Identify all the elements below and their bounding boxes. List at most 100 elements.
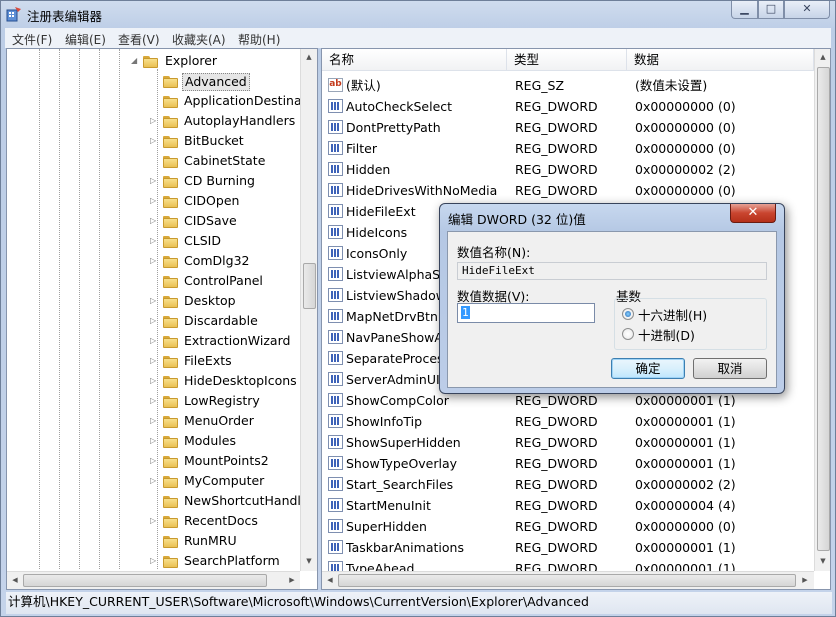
tree-item[interactable]: ▷ BitBucket	[7, 131, 299, 151]
menu-help[interactable]: 帮助(H)	[238, 31, 280, 48]
tree-item[interactable]: ▷ Modules	[7, 431, 299, 451]
tree-item[interactable]: RunMRU	[7, 531, 299, 551]
tree-item[interactable]: ControlPanel	[7, 271, 299, 291]
title-bar[interactable]: 注册表编辑器 ▁ □ ✕	[1, 1, 835, 27]
tree-item[interactable]: ▷ ExtractionWizard	[7, 331, 299, 351]
tree-item[interactable]: ▷ MountPoints2	[7, 451, 299, 471]
list-hscroll-thumb[interactable]	[338, 574, 796, 587]
dialog-close-button[interactable]: ✕	[730, 204, 776, 223]
menu-file[interactable]: 文件(F)	[12, 31, 52, 48]
scroll-down-arrow-icon[interactable]: ▼	[815, 557, 830, 565]
value-row[interactable]: ShowInfoTip REG_DWORD 0x00000001 (1)	[322, 411, 814, 432]
column-header-name[interactable]: 名称	[322, 49, 507, 71]
value-row[interactable]: Filter REG_DWORD 0x00000000 (0)	[322, 138, 814, 159]
folder-icon	[163, 376, 178, 388]
decimal-radio[interactable]	[622, 328, 634, 340]
value-row[interactable]: DontPrettyPath REG_DWORD 0x00000000 (0)	[322, 117, 814, 138]
value-row[interactable]: AutoCheckSelect REG_DWORD 0x00000000 (0)	[322, 96, 814, 117]
column-header-data[interactable]: 数据	[627, 49, 814, 71]
maximize-button[interactable]: □	[758, 1, 784, 19]
tree-hscroll-thumb[interactable]	[23, 574, 267, 587]
scroll-up-arrow-icon[interactable]: ▲	[815, 53, 830, 61]
tree-item[interactable]: NewShortcutHandle	[7, 491, 309, 511]
value-row[interactable]: Start_SearchFiles REG_DWORD 0x00000002 (2)	[322, 474, 814, 495]
value-row[interactable]: SuperHidden REG_DWORD 0x00000000 (0)	[322, 516, 814, 537]
value-row[interactable]: HideDrivesWithNoMedia REG_DWORD 0x00000000…	[322, 180, 814, 201]
tree-expand-icon[interactable]: ▷	[150, 371, 156, 391]
tree-expand-icon[interactable]: ▷	[150, 111, 156, 131]
tree-item[interactable]: ▷ CD Burning	[7, 171, 299, 191]
scroll-left-arrow-icon[interactable]: ◀	[10, 576, 20, 584]
tree-item[interactable]: ▷ MyComputer	[7, 471, 299, 491]
tree-expand-icon[interactable]: ▷	[150, 171, 156, 191]
scroll-right-arrow-icon[interactable]: ▶	[287, 576, 297, 584]
binary-value-icon	[328, 183, 343, 197]
scroll-right-arrow-icon[interactable]: ▶	[800, 576, 810, 584]
tree-horizontal-scrollbar[interactable]: ◀ ▶	[7, 571, 300, 589]
tree-expand-icon[interactable]: ▷	[150, 471, 156, 491]
decimal-radio-label[interactable]: 十进制(D)	[638, 325, 695, 344]
tree-item[interactable]: ▷ ComDlg32	[7, 251, 299, 271]
tree-expand-icon[interactable]: ▷	[150, 451, 156, 471]
tree-item[interactable]: ▷ AutoplayHandlers	[7, 111, 299, 131]
tree-item[interactable]: ▷ HideDesktopIcons	[7, 371, 299, 391]
tree-expand-icon[interactable]: ▷	[150, 311, 156, 331]
hex-radio-label[interactable]: 十六进制(H)	[638, 305, 707, 324]
tree-item[interactable]: Advanced	[7, 71, 299, 91]
tree-expand-icon[interactable]: ▷	[150, 351, 156, 371]
value-data-input[interactable]: 1	[457, 303, 595, 323]
list-scroll-thumb[interactable]	[817, 67, 830, 551]
tree-expand-icon[interactable]: ▷	[150, 231, 156, 251]
column-header-type[interactable]: 类型	[507, 49, 627, 71]
key-tree-pane[interactable]: ◢ Explorer Advanced ApplicationDestinati ▷…	[6, 48, 318, 590]
tree-expand-icon[interactable]: ▷	[150, 431, 156, 451]
tree-item[interactable]: ▷ MenuOrder	[7, 411, 299, 431]
value-row[interactable]: Hidden REG_DWORD 0x00000002 (2)	[322, 159, 814, 180]
ok-button[interactable]: 确定	[611, 358, 685, 379]
tree-expand-icon[interactable]: ▷	[150, 191, 156, 211]
cancel-button[interactable]: 取消	[693, 358, 767, 379]
minimize-button[interactable]: ▁	[731, 1, 758, 19]
tree-item[interactable]: ▷ SearchPlatform	[7, 551, 299, 571]
value-row[interactable]: ab (默认) REG_SZ (数值未设置)	[322, 75, 814, 96]
tree-scroll-thumb[interactable]	[303, 263, 316, 309]
close-button[interactable]: ✕	[784, 1, 830, 19]
tree-expand-icon[interactable]: ▷	[150, 131, 156, 151]
tree-expand-icon[interactable]: ▷	[150, 551, 156, 571]
menu-view[interactable]: 查看(V)	[118, 31, 160, 48]
value-type: REG_SZ	[515, 78, 565, 93]
tree-expand-icon[interactable]: ▷	[150, 411, 156, 431]
menu-edit[interactable]: 编辑(E)	[65, 31, 106, 48]
tree-item[interactable]: ▷ CIDSave	[7, 211, 299, 231]
tree-item[interactable]: ▷ CLSID	[7, 231, 299, 251]
tree-item-explorer[interactable]: ◢ Explorer	[7, 51, 299, 71]
tree-item[interactable]: ▷ Desktop	[7, 291, 299, 311]
tree-expand-icon[interactable]: ▷	[150, 511, 156, 531]
tree-collapse-icon[interactable]: ◢	[131, 51, 137, 71]
list-horizontal-scrollbar[interactable]: ◀ ▶	[322, 571, 814, 589]
hex-radio[interactable]	[622, 308, 634, 320]
tree-expand-icon[interactable]: ▷	[150, 211, 156, 231]
tree-expand-icon[interactable]: ▷	[150, 291, 156, 311]
tree-item-label: MyComputer	[184, 473, 265, 488]
tree-item[interactable]: ▷ Discardable	[7, 311, 299, 331]
list-vertical-scrollbar[interactable]: ▲ ▼	[814, 49, 830, 571]
tree-item[interactable]: ▷ CIDOpen	[7, 191, 299, 211]
value-row[interactable]: StartMenuInit REG_DWORD 0x00000004 (4)	[322, 495, 814, 516]
tree-expand-icon[interactable]: ▷	[150, 251, 156, 271]
value-row[interactable]: ShowTypeOverlay REG_DWORD 0x00000001 (1)	[322, 453, 814, 474]
scroll-left-arrow-icon[interactable]: ◀	[325, 576, 335, 584]
tree-item[interactable]: ▷ FileExts	[7, 351, 299, 371]
tree-vertical-scrollbar[interactable]: ▲ ▼	[300, 49, 317, 571]
tree-expand-icon[interactable]: ▷	[150, 391, 156, 411]
scroll-down-arrow-icon[interactable]: ▼	[301, 557, 317, 565]
tree-item[interactable]: ▷ LowRegistry	[7, 391, 299, 411]
scroll-up-arrow-icon[interactable]: ▲	[301, 53, 317, 61]
tree-item[interactable]: ▷ RecentDocs	[7, 511, 299, 531]
value-row[interactable]: ShowSuperHidden REG_DWORD 0x00000001 (1)	[322, 432, 814, 453]
menu-favorites[interactable]: 收藏夹(A)	[172, 31, 226, 48]
value-row[interactable]: TaskbarAnimations REG_DWORD 0x00000001 (1)	[322, 537, 814, 558]
tree-item[interactable]: ApplicationDestinati	[7, 91, 310, 111]
tree-expand-icon[interactable]: ▷	[150, 331, 156, 351]
tree-item[interactable]: CabinetState	[7, 151, 299, 171]
